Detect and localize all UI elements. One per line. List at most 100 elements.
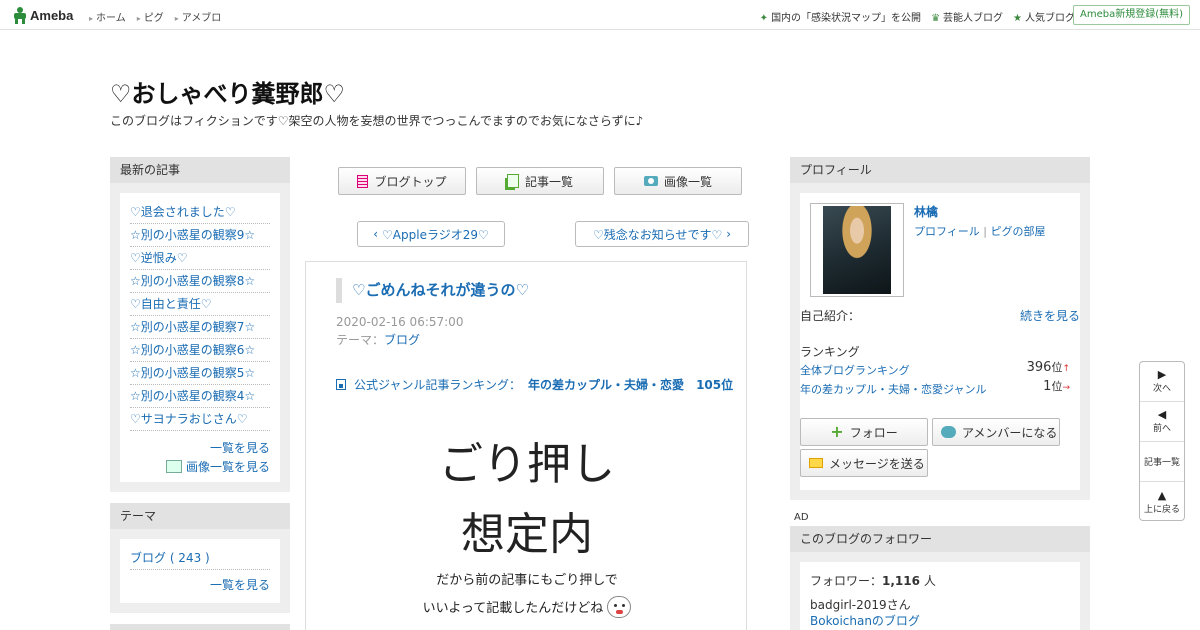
- article-body-line-2: いいよって記載したんだけどね: [306, 596, 748, 618]
- recent-entry[interactable]: ☆別の小惑星の観察7☆: [130, 316, 270, 339]
- recent-entry[interactable]: ♡逆恨み♡: [130, 247, 270, 270]
- recent-list-link[interactable]: 一覧を見る: [130, 439, 270, 456]
- next-entry-label: ♡残念なお知らせです♡: [592, 227, 723, 242]
- sparkle-icon: ✦: [759, 13, 769, 24]
- camera-icon: [643, 176, 658, 186]
- celebrity-blog-link[interactable]: ♛ 芸能人ブログ: [931, 9, 1003, 24]
- float-prev-button[interactable]: ◀ 前へ: [1140, 402, 1184, 442]
- infection-map-label: 国内の「感染状況マップ」を公開: [771, 13, 922, 24]
- message-button[interactable]: メッセージを送る: [800, 449, 928, 477]
- float-prev-label: 前へ: [1152, 424, 1171, 434]
- entry-list-button[interactable]: 記事一覧: [476, 167, 604, 195]
- theme-item[interactable]: ブログ ( 243 ): [130, 547, 270, 570]
- triangle-left-icon: ◀: [1157, 408, 1167, 421]
- theme-list-link[interactable]: 一覧を見る: [130, 576, 270, 593]
- profile-name[interactable]: 林檎: [914, 203, 938, 220]
- overall-ranking-link[interactable]: 全体ブログランキング: [800, 362, 910, 378]
- float-next-button[interactable]: ▶ 次へ: [1140, 362, 1184, 402]
- genre-ranking-value: 105位: [696, 378, 734, 392]
- profile-avatar[interactable]: [810, 203, 904, 297]
- profile-links: プロフィール | ピグの部屋: [914, 225, 1046, 238]
- nav-home[interactable]: ホーム: [89, 9, 126, 24]
- popular-blog-label: 人気ブログ: [1025, 13, 1075, 24]
- pig-room-link[interactable]: ピグの部屋: [990, 225, 1045, 238]
- genre-ranking-label: 公式ジャンル記事ランキング：: [354, 378, 522, 392]
- star-icon: ★: [1013, 13, 1022, 24]
- follow-label: フォロー: [849, 425, 898, 440]
- article-big-text-2: 想定内: [461, 509, 593, 560]
- profile-heading: プロフィール: [790, 157, 1090, 183]
- recent-entry[interactable]: ☆別の小惑星の観察8☆: [130, 270, 270, 293]
- genre-rank-unit: 位: [1051, 380, 1063, 393]
- nav-pigg[interactable]: ピグ: [137, 9, 164, 24]
- trend-flat-icon: →: [1062, 383, 1070, 393]
- recent-entries-heading: 最新の記事: [110, 157, 290, 183]
- follower-blog-link[interactable]: Bokoichanのブログ: [810, 612, 920, 629]
- image-list-button[interactable]: 画像一覧: [614, 167, 742, 195]
- ranking-heading: ランキング: [800, 345, 860, 359]
- popular-blog-link[interactable]: ★ 人気ブログ: [1013, 9, 1075, 24]
- triangle-up-icon: ▲: [1157, 488, 1167, 502]
- copy-icon: [506, 174, 519, 188]
- followers-panel: このブログのフォロワー フォロワー：1,116 人 badgirl-2019さん…: [790, 526, 1090, 630]
- recent-entry[interactable]: ☆別の小惑星の観察9☆: [130, 224, 270, 247]
- article-big-text-1: ごり押し: [439, 439, 615, 490]
- chevron-right-icon: ›: [726, 227, 732, 241]
- genre-ranking[interactable]: 公式ジャンル記事ランキング： 年の差カップル・夫婦・恋愛 105位: [336, 376, 733, 393]
- next-panel-edge: [110, 624, 290, 630]
- float-list-button[interactable]: 記事一覧: [1140, 442, 1184, 482]
- signup-button[interactable]: Ameba新規登録(無料): [1072, 5, 1190, 25]
- recent-entry[interactable]: ☆別の小惑星の観察6☆: [130, 339, 270, 362]
- plus-icon: +: [830, 422, 844, 441]
- prev-entry-link[interactable]: ‹ ♡Appleラジオ29♡: [357, 221, 505, 247]
- celebrity-blog-label: 芸能人ブログ: [943, 13, 1004, 24]
- article-theme-link[interactable]: ブログ: [384, 333, 420, 347]
- recent-entry[interactable]: ♡自由と責任♡: [130, 293, 270, 316]
- ameba-logo-icon: [13, 7, 27, 24]
- overall-rank-number: 396: [1026, 360, 1052, 375]
- article-theme: テーマ：ブログ: [336, 331, 420, 348]
- global-nav: ホーム ピグ アメブロ: [89, 9, 221, 24]
- ameba-logo[interactable]: Ameba: [13, 6, 73, 25]
- article-title[interactable]: ♡ごめんねそれが違うの♡: [336, 278, 529, 303]
- recent-entries-list: ♡退会されました♡ ☆別の小惑星の観察9☆ ♡逆恨み♡ ☆別の小惑星の観察8☆ …: [130, 201, 270, 431]
- recent-entry[interactable]: ☆別の小惑星の観察4☆: [130, 385, 270, 408]
- float-top-button[interactable]: ▲ 上に戻る: [1140, 482, 1184, 522]
- recent-entry[interactable]: ♡サヨナラおじさん♡: [130, 408, 270, 431]
- article-body-line-2-text: いいよって記載したんだけどね: [422, 601, 604, 616]
- float-list-label: 記事一覧: [1143, 458, 1180, 468]
- blog-top-button[interactable]: ブログトップ: [338, 167, 466, 195]
- float-next-label: 次へ: [1152, 384, 1171, 394]
- theme-heading: テーマ: [110, 503, 290, 529]
- avatar-photo: [823, 206, 891, 294]
- profile-body: 林檎 プロフィール | ピグの部屋 自己紹介： 続きを見る ランキング 全体ブロ…: [800, 193, 1080, 490]
- recent-entries-body: ♡退会されました♡ ☆別の小惑星の観察9☆ ♡逆恨み♡ ☆別の小惑星の観察8☆ …: [120, 193, 280, 482]
- profile-link[interactable]: プロフィール: [914, 225, 980, 238]
- recent-entry[interactable]: ☆別の小惑星の観察5☆: [130, 362, 270, 385]
- image-gallery-icon: [165, 460, 182, 473]
- ameba-logo-text: Ameba: [30, 8, 74, 23]
- blog-title[interactable]: ♡おしゃべり糞野郎♡: [110, 74, 345, 109]
- floating-nav: ▶ 次へ ◀ 前へ 記事一覧 ▲ 上に戻る: [1139, 361, 1185, 521]
- profile-panel: プロフィール 林檎 プロフィール | ピグの部屋 自己紹介： 続きを見る ランキ…: [790, 157, 1090, 500]
- followers-heading: このブログのフォロワー: [790, 526, 1090, 552]
- overall-ranking-value: 396位↑: [1027, 359, 1070, 375]
- document-icon: [357, 174, 369, 188]
- image-list-link[interactable]: 画像一覧を見る: [130, 458, 270, 475]
- follower-count-value: 1,116: [882, 574, 920, 588]
- overall-rank-unit: 位: [1051, 361, 1063, 374]
- triangle-right-icon: ▶: [1157, 368, 1167, 381]
- follower-item: badgirl-2019さん: [810, 598, 911, 612]
- follower-count-unit: 人: [923, 574, 936, 588]
- next-entry-link[interactable]: ♡残念なお知らせです♡ ›: [575, 221, 749, 247]
- intro-more-link[interactable]: 続きを見る: [1020, 307, 1080, 324]
- prev-entry-label: ♡Appleラジオ29♡: [382, 227, 489, 242]
- follow-button[interactable]: + フォロー: [800, 418, 928, 446]
- amember-button[interactable]: アメンバーになる: [932, 418, 1060, 446]
- genre-ranking-link[interactable]: 年の差カップル・夫婦・恋愛ジャンル: [800, 381, 986, 397]
- crown-icon: ♛: [931, 13, 941, 24]
- nav-ameblo[interactable]: アメブロ: [175, 9, 222, 24]
- recent-entries-panel: 最新の記事 ♡退会されました♡ ☆別の小惑星の観察9☆ ♡逆恨み♡ ☆別の小惑星…: [110, 157, 290, 492]
- infection-map-link[interactable]: ✦ 国内の「感染状況マップ」を公開: [760, 9, 921, 24]
- recent-entry[interactable]: ♡退会されました♡: [130, 201, 270, 224]
